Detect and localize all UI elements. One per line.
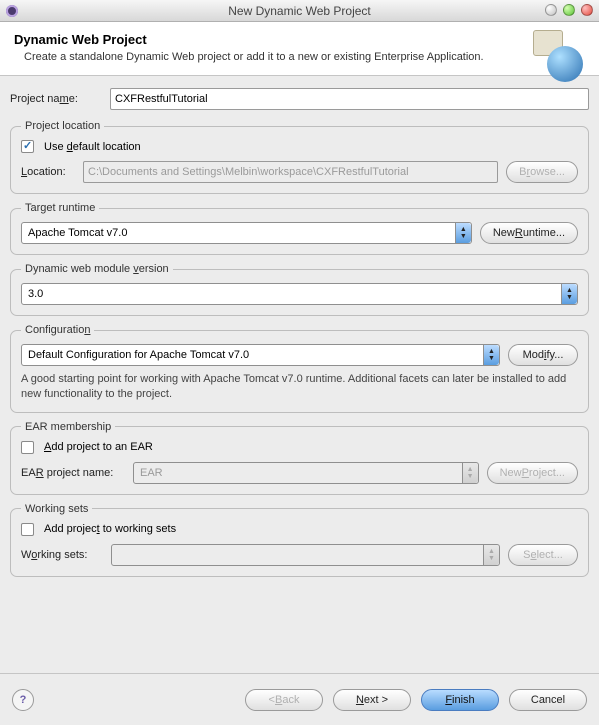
configuration-group: Configuration Default Configuration for …	[10, 324, 589, 413]
working-sets-label: Working sets:	[21, 549, 111, 561]
project-location-legend: Project location	[21, 120, 104, 132]
use-default-location-label: Use default location	[44, 141, 141, 153]
location-label: Location:	[21, 166, 83, 178]
project-location-group: Project location Use default location Lo…	[10, 120, 589, 194]
add-to-ear-checkbox[interactable]	[21, 441, 34, 454]
modify-button[interactable]: Modify...	[508, 344, 578, 366]
configuration-hint: A good starting point for working with A…	[21, 372, 578, 402]
ear-project-name-label: EAR project name:	[21, 467, 133, 479]
working-sets-group: Working sets Add project to working sets…	[10, 503, 589, 577]
wizard-banner-icon	[533, 28, 589, 84]
module-version-legend: Dynamic web module version	[21, 263, 173, 275]
ear-project-name-value: EAR	[140, 467, 163, 479]
working-sets-select-button: Select...	[508, 544, 578, 566]
eclipse-icon	[6, 5, 18, 17]
wizard-footer: ? < Back Next > Finish Cancel	[0, 673, 599, 725]
back-button: < Back	[245, 689, 323, 711]
chevron-up-down-icon	[561, 284, 577, 304]
target-runtime-group: Target runtime Apache Tomcat v7.0 New Ru…	[10, 202, 589, 255]
help-icon[interactable]: ?	[12, 689, 34, 711]
module-version-group: Dynamic web module version 3.0	[10, 263, 589, 316]
finish-button[interactable]: Finish	[421, 689, 499, 711]
use-default-location-checkbox[interactable]	[21, 140, 34, 153]
wizard-description: Create a standalone Dynamic Web project …	[24, 51, 585, 63]
chevron-up-down-icon	[483, 345, 499, 365]
ear-membership-group: EAR membership Add project to an EAR EAR…	[10, 421, 589, 495]
working-sets-legend: Working sets	[21, 503, 92, 515]
window-zoom-icon[interactable]	[563, 4, 575, 16]
add-to-working-sets-label: Add project to working sets	[44, 523, 176, 535]
wizard-body: Project name: Project location Use defau…	[0, 76, 599, 593]
working-sets-select	[111, 544, 500, 566]
cancel-button[interactable]: Cancel	[509, 689, 587, 711]
module-version-select[interactable]: 3.0	[21, 283, 578, 305]
window-titlebar: New Dynamic Web Project	[0, 0, 599, 22]
wizard-title: Dynamic Web Project	[14, 32, 585, 47]
location-input	[83, 161, 498, 183]
next-button[interactable]: Next >	[333, 689, 411, 711]
window-minimize-icon[interactable]	[545, 4, 557, 16]
browse-button: Browse...	[506, 161, 578, 183]
configuration-value: Default Configuration for Apache Tomcat …	[28, 349, 249, 361]
target-runtime-legend: Target runtime	[21, 202, 99, 214]
module-version-value: 3.0	[28, 288, 43, 300]
chevron-up-down-icon	[455, 223, 471, 243]
project-name-input[interactable]	[110, 88, 589, 110]
project-name-row: Project name:	[10, 88, 589, 110]
add-to-working-sets-checkbox[interactable]	[21, 523, 34, 536]
window-close-icon[interactable]	[581, 4, 593, 16]
new-runtime-button[interactable]: New Runtime...	[480, 222, 578, 244]
new-ear-project-button: New Project...	[487, 462, 578, 484]
chevron-up-down-icon	[483, 545, 499, 565]
ear-membership-legend: EAR membership	[21, 421, 115, 433]
wizard-header: Dynamic Web Project Create a standalone …	[0, 22, 599, 76]
project-name-label: Project name:	[10, 93, 110, 105]
window-controls	[545, 4, 593, 16]
target-runtime-value: Apache Tomcat v7.0	[28, 227, 127, 239]
add-to-ear-label: Add project to an EAR	[44, 441, 153, 453]
configuration-legend: Configuration	[21, 324, 94, 336]
window-title: New Dynamic Web Project	[0, 4, 599, 18]
globe-icon	[547, 46, 583, 82]
target-runtime-select[interactable]: Apache Tomcat v7.0	[21, 222, 472, 244]
chevron-up-down-icon	[462, 463, 478, 483]
configuration-select[interactable]: Default Configuration for Apache Tomcat …	[21, 344, 500, 366]
ear-project-name-select: EAR	[133, 462, 479, 484]
